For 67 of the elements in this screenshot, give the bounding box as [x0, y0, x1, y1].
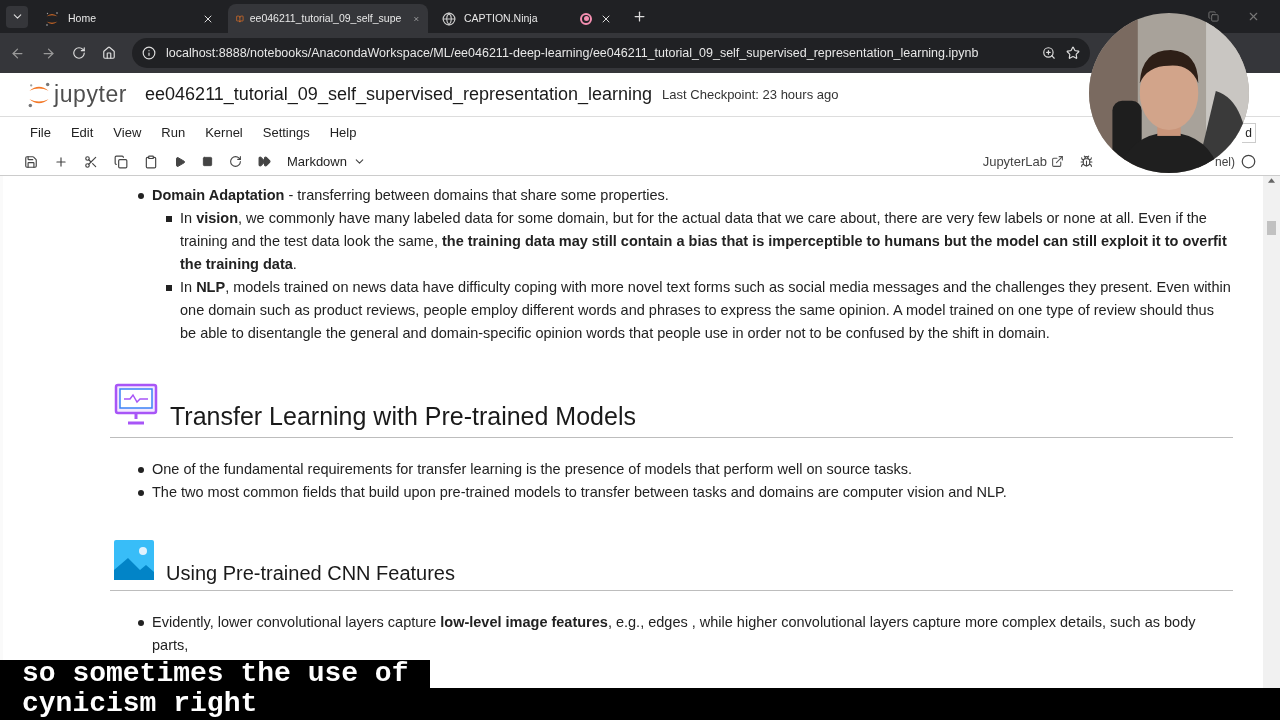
kernel-idle-icon — [1241, 154, 1256, 169]
browser-tab[interactable]: Home — [34, 4, 224, 33]
notebook-title[interactable]: ee046211_tutorial_09_self_supervised_representation_learning — [145, 81, 653, 108]
scroll-up-arrow-icon[interactable] — [1268, 178, 1275, 183]
cut-icon[interactable] — [84, 154, 98, 169]
jupyter-logo-icon — [44, 10, 60, 27]
info-icon — [142, 46, 156, 60]
close-window-icon[interactable] — [1247, 10, 1260, 23]
menu-item[interactable]: Settings — [262, 122, 310, 143]
save-icon[interactable] — [24, 154, 38, 169]
menu-item[interactable]: Help — [329, 122, 357, 143]
scroll-thumb[interactable] — [1267, 221, 1276, 235]
cell-type-dropdown[interactable]: Markdown — [287, 151, 366, 172]
bullet-text: Domain Adaptation - transferring between domains that share some properties. — [152, 186, 669, 205]
bug-icon[interactable] — [1080, 155, 1093, 168]
bullet-icon — [138, 467, 144, 473]
run-icon[interactable] — [174, 155, 186, 168]
run-all-icon[interactable] — [258, 155, 271, 168]
monitor-icon — [114, 383, 158, 427]
checkpoint-text: Last Checkpoint: 23 hours ago — [662, 85, 839, 104]
tab-list-button[interactable] — [6, 5, 28, 28]
restart-icon[interactable] — [229, 155, 242, 168]
browser-tab[interactable]: CAPTION.Ninja — [432, 4, 622, 33]
bullet-icon — [166, 285, 172, 291]
bullet-icon — [138, 620, 144, 626]
scrollbar[interactable] — [1263, 176, 1280, 688]
menu-item[interactable]: Run — [161, 122, 186, 143]
external-link-icon — [1051, 155, 1064, 168]
bullet-icon — [166, 216, 172, 222]
menu-item[interactable]: Kernel — [205, 122, 243, 143]
bookmark-star-icon[interactable] — [1066, 46, 1080, 60]
reload-icon[interactable] — [72, 46, 86, 60]
zoom-icon[interactable] — [1042, 46, 1056, 60]
browser-tab[interactable]: ee046211_tutorial_09_self_supe — [228, 4, 428, 33]
caption-line: so sometimes the use of — [22, 660, 409, 688]
tab-title: Home — [68, 10, 96, 26]
insert-cell-icon[interactable] — [54, 154, 68, 169]
paste-icon[interactable] — [144, 154, 158, 169]
jupyterlab-link[interactable]: JupyterLab — [982, 151, 1064, 172]
bullet-icon — [138, 490, 144, 496]
tab-title: ee046211_tutorial_09_self_supe — [249, 10, 402, 26]
url-text: localhost:8888/notebooks/AnacondaWorkspace/ML/ee046211-deep-learning/ee046211_tutorial_09_self_supervised_representation_learning.ipynb — [166, 44, 980, 62]
bullet-text: One of the fundamental requirements for transfer learning is the presence of models that perform well on source tasks. — [152, 460, 913, 479]
address-bar[interactable]: localhost:8888/notebooks/AnacondaWorkspace/ML/ee046211-deep-learning/ee046211_tutorial_09_self_supervised_representation_learning.ipynb — [132, 38, 1090, 68]
bullet-text: Evidently, lower convolutional layers capture low-level image features, e.g., edges , while higher convolutional layers capture more complex details, such as body parts, — [152, 613, 1197, 655]
menu-item[interactable]: Edit — [70, 122, 94, 143]
menu-item[interactable]: View — [113, 122, 142, 143]
restore-icon[interactable] — [1208, 11, 1219, 22]
copy-icon[interactable] — [114, 154, 128, 169]
tab-title: CAPTION.Ninja — [464, 10, 538, 26]
bullet-icon — [138, 193, 144, 199]
back-icon[interactable] — [10, 45, 25, 61]
section-heading: Using Pre-trained CNN Features — [166, 561, 455, 586]
kernel-status: nel) — [1215, 153, 1235, 171]
bullet-text: In vision, we commonly have many labeled data for some domain, but for the actual data that we care about, there are very few labels or none at all. Even if the training and the test data look the same, the training data may still contain a bias that is imperceptible to humans but the model can still exploit it to overfit the training data. — [180, 209, 1228, 274]
image-icon — [114, 540, 154, 580]
menu-item[interactable]: File — [30, 122, 51, 143]
section-heading: Transfer Learning with Pre-trained Models — [170, 401, 636, 431]
forward-icon[interactable] — [41, 45, 56, 61]
caption-line: cynicism right — [22, 690, 258, 718]
globe-icon — [442, 11, 456, 26]
bullet-text: In NLP, models trained on news data have difficulty coping with more novel text forms such as social media messages and the challenges they present. Even within one domain such as product reviews, people employ different words and phrases to express the same opinion. A model trained on one type of review should thus be able to disentangle the general and domain-specific opinion words that people use in order not to be confused by the shift in domain. — [180, 278, 1232, 343]
new-tab-icon[interactable] — [632, 9, 647, 24]
home-icon[interactable] — [102, 46, 116, 60]
jupyter-wordmark: jupyter — [54, 80, 128, 110]
bullet-text: The two most common fields that build upon pre-trained models to transfer between tasks and domains are computer vision and NLP. — [152, 483, 1007, 502]
stop-icon[interactable] — [202, 156, 213, 167]
